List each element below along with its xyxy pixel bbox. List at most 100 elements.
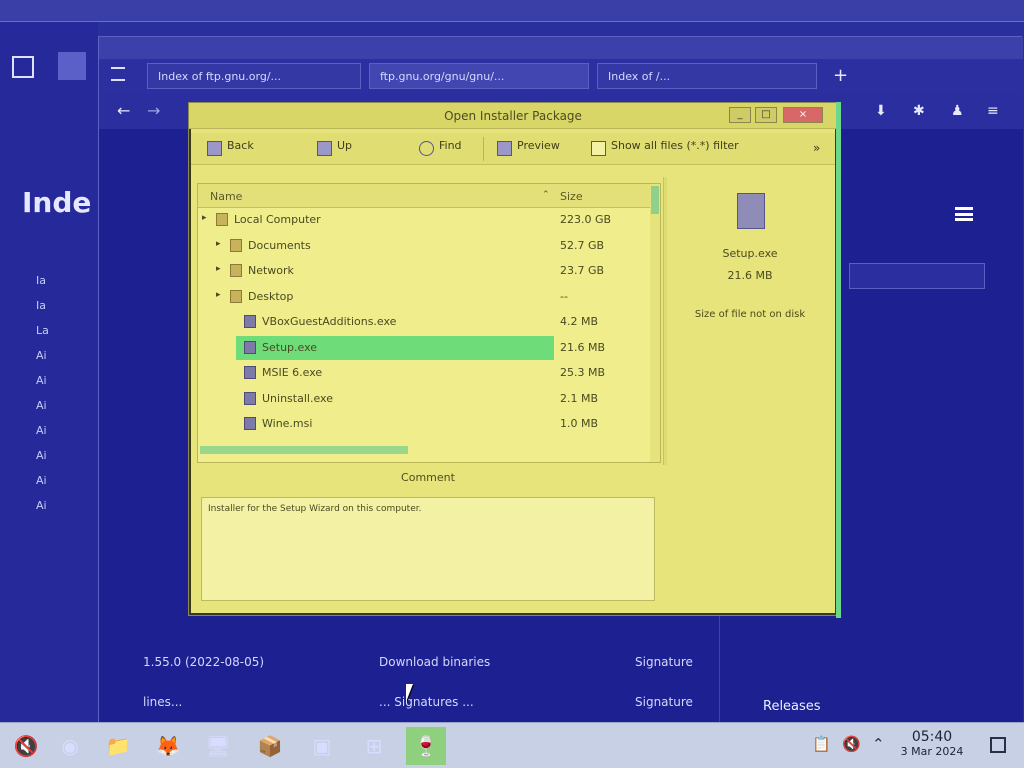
back-sidebar-item[interactable]: Ai	[36, 499, 47, 512]
column-size[interactable]: Size	[560, 190, 583, 203]
sort-indicator-icon: ⌃	[542, 190, 550, 200]
file-row-sig[interactable]: Signature	[635, 695, 693, 709]
back-sidebar-item[interactable]: Ia	[36, 274, 46, 287]
toolbar-more-icon[interactable]: »	[813, 141, 820, 155]
file-name: Local Computer	[234, 213, 321, 226]
scroll-thumb[interactable]	[651, 186, 659, 214]
up-button[interactable]: Up	[317, 139, 352, 159]
folder-icon	[230, 264, 242, 277]
start-button-icon[interactable]: ◉	[50, 727, 90, 765]
back-sidebar-item[interactable]: Ai	[36, 474, 47, 487]
file-name: Desktop	[248, 289, 294, 303]
clipboard-icon[interactable]: 📋	[812, 735, 831, 753]
folder-icon	[230, 238, 242, 252]
back-icon	[207, 141, 222, 156]
file-row[interactable]: Setup.exe 21.6 MB	[198, 335, 646, 360]
back-sidebar-item[interactable]: Ia	[36, 299, 46, 312]
tray-expand-icon[interactable]: ⌃	[872, 735, 885, 753]
vm-icon[interactable]: ▣	[302, 727, 342, 765]
back-sidebar-item[interactable]: Ai	[36, 399, 47, 412]
windows-icon[interactable]: ⊞	[354, 727, 394, 765]
file-row[interactable]: Wine.msi 1.0 MB	[198, 412, 646, 436]
volume-muted-icon[interactable]: 🔇	[842, 735, 861, 753]
mouse-cursor	[406, 684, 413, 702]
back-sidebar-list: Ia Ia La Ai Ai Ai Ai Ai Ai Ai	[0, 252, 98, 692]
file-row-name[interactable]: lines...	[143, 695, 182, 709]
tab-1[interactable]: Index of ftp.gnu.org/...	[147, 63, 361, 89]
back-app-titlebar	[0, 0, 1024, 22]
new-tab-icon[interactable]: +	[833, 65, 848, 86]
preview-file-name: Setup.exe	[722, 247, 778, 260]
downloads-icon[interactable]: ⬇	[875, 103, 887, 119]
vertical-scrollbar[interactable]	[650, 184, 660, 462]
expand-arrow-icon[interactable]: ▸	[202, 213, 207, 223]
releases-heading: Releases	[763, 699, 821, 714]
file-size: 25.3 MB	[560, 366, 606, 379]
speaker-muted-icon[interactable]: 🔇	[6, 727, 46, 765]
file-row-desc: Download binaries	[379, 655, 491, 669]
back-arrow-icon[interactable]: ←	[117, 101, 130, 120]
archive-icon[interactable]: 📦	[250, 727, 290, 765]
file-row[interactable]: VBoxGuestAdditions.exe 4.2 MB	[198, 310, 646, 334]
column-name[interactable]: Name	[210, 190, 242, 203]
file-size: 223.0 GB	[560, 213, 612, 226]
file-row[interactable]: ▸ Network 23.7 GB	[198, 259, 646, 283]
file-row-name[interactable]: 1.55.0 (2022-08-05)	[143, 655, 264, 669]
page-search-box[interactable]	[849, 263, 985, 289]
file-name: MSIE 6.exe	[262, 366, 323, 379]
back-sidebar-item[interactable]: La	[36, 324, 49, 337]
window-edge-highlight	[836, 102, 841, 618]
file-row[interactable]: ▸ Local Computer 223.0 GB	[198, 208, 646, 232]
file-preview-icon	[737, 193, 765, 229]
file-name: Network	[248, 264, 294, 277]
extensions-icon[interactable]: ✱	[913, 103, 925, 119]
file-row[interactable]: MSIE 6.exe 25.3 MB	[198, 361, 646, 385]
file-icon	[244, 391, 256, 405]
tab-2[interactable]: ftp.gnu.org/gnu/gnu/...	[369, 63, 589, 89]
taskbar: 🔇 ◉ 📁 🦊 🖥 📦 ▣ ⊞ 🍷 📋 🔇 ⌃ 05:40 3 Mar 2024	[0, 722, 1024, 768]
file-row[interactable]: ▸ Desktop --	[198, 285, 646, 309]
comment-box[interactable]: Installer for the Setup Wizard on this c…	[201, 497, 655, 601]
account-icon[interactable]: ♟	[951, 103, 964, 119]
back-button[interactable]: Back	[207, 139, 254, 159]
show-desktop-icon[interactable]	[990, 737, 1006, 753]
app-icon[interactable]	[12, 56, 34, 78]
file-manager-icon[interactable]: 📁	[98, 727, 138, 765]
file-icon	[244, 340, 256, 354]
page-menu-icon[interactable]	[955, 207, 973, 221]
file-row[interactable]: ▸ Documents 52.7 GB	[198, 234, 646, 258]
checkbox-icon	[591, 141, 606, 156]
remote-desktop-icon[interactable]: 🖥	[198, 727, 238, 765]
file-size: 21.6 MB	[560, 340, 606, 354]
maximize-button[interactable]: □	[755, 107, 777, 123]
back-sidebar-item[interactable]: Ai	[36, 424, 47, 437]
file-size: 2.1 MB	[560, 391, 599, 405]
file-name: Documents	[248, 238, 311, 252]
preview-file-size: 21.6 MB	[727, 269, 773, 282]
file-icon	[244, 417, 256, 430]
firefox-icon[interactable]: 🦊	[148, 727, 188, 765]
back-sidebar-item[interactable]: Ai	[36, 374, 47, 387]
dialog-titlebar: Open Installer Package _ □ ×	[189, 103, 837, 129]
expand-arrow-icon[interactable]: ▸	[216, 264, 221, 274]
browser-menu-icon[interactable]: ≡	[987, 103, 999, 119]
back-sidebar-item[interactable]: Ai	[36, 349, 47, 362]
expand-arrow-icon[interactable]: ▸	[216, 239, 221, 249]
forward-arrow-icon[interactable]: →	[147, 101, 160, 120]
minimize-button[interactable]: _	[729, 107, 751, 123]
expand-arrow-icon[interactable]: ▸	[216, 290, 221, 300]
filter-toggle[interactable]: Show all files (*.*) filter	[591, 139, 739, 159]
horizontal-scrollbar[interactable]	[200, 446, 408, 454]
wine-icon[interactable]: 🍷	[406, 727, 446, 765]
tab-3[interactable]: Index of /...	[597, 63, 817, 89]
back-sidebar-item[interactable]: Ai	[36, 449, 47, 462]
pin-icon[interactable]	[58, 52, 86, 80]
clock[interactable]: 05:40 3 Mar 2024	[896, 729, 968, 758]
find-button[interactable]: Find	[419, 139, 462, 159]
file-row[interactable]: Uninstall.exe 2.1 MB	[198, 387, 646, 411]
tab-menu-icon[interactable]	[111, 67, 125, 81]
file-row-sig[interactable]: Signature	[635, 655, 693, 669]
folder-icon	[216, 213, 228, 226]
close-button[interactable]: ×	[783, 107, 823, 123]
preview-button[interactable]: Preview	[497, 139, 560, 159]
